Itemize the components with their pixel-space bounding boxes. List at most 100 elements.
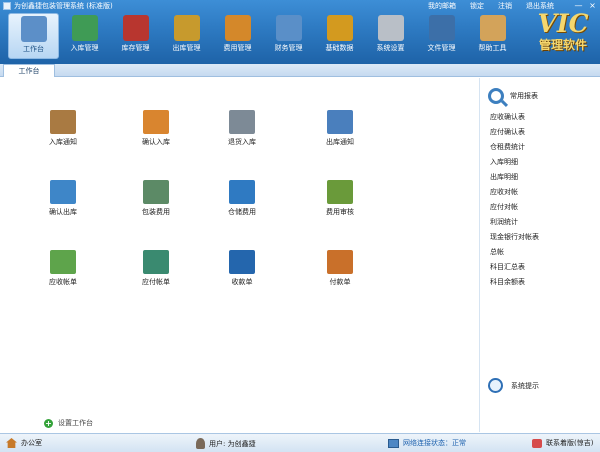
workbench-shortcut-label: 应付帐单	[142, 278, 170, 286]
payable-icon	[143, 250, 169, 274]
workbench-shortcut-label: 付款单	[329, 278, 351, 286]
report-panel-header: 常用报表	[488, 88, 538, 104]
report-link[interactable]: 出库明细	[490, 170, 539, 185]
workbench-shortcut[interactable]: 确认出库	[28, 180, 98, 217]
storage-fee-icon	[229, 180, 255, 204]
status-office-label: 办公室	[21, 439, 42, 447]
toolbar-button[interactable]: 财务管理	[263, 13, 314, 59]
status-network: 网络连接状态：正常	[388, 438, 466, 448]
magnifier-icon	[488, 88, 504, 104]
confirm-inbound-icon	[143, 110, 169, 134]
packing-fee-icon	[143, 180, 169, 204]
toolbar-button-label: 系统设置	[376, 44, 405, 52]
report-link[interactable]: 入库明细	[490, 155, 539, 170]
base-data-icon	[326, 15, 353, 41]
confirm-outbound-icon	[50, 180, 76, 204]
brand-logo: VIC 管理软件	[530, 10, 596, 56]
workbench-shortcut[interactable]: 应付帐单	[121, 250, 191, 287]
report-link[interactable]: 科目汇总表	[490, 260, 539, 275]
tab-workbench[interactable]: 工作台	[3, 64, 55, 77]
toolbar-button-label: 帮助工具	[478, 44, 507, 52]
payment-icon	[327, 250, 353, 274]
report-link[interactable]: 应收对帐	[490, 185, 539, 200]
toolbar-button-label: 工作台	[23, 45, 44, 53]
outbound-notice-icon	[327, 110, 353, 134]
workbench-shortcut[interactable]: 出库通知	[305, 110, 375, 147]
report-link[interactable]: 仓租费统计	[490, 140, 539, 155]
toolbar-button[interactable]: 费用管理	[212, 13, 263, 59]
mailbox-link[interactable]: 我的邮箱	[428, 1, 456, 11]
toolbar-button[interactable]: 入库管理	[59, 13, 110, 59]
toolbar-button-label: 财务管理	[274, 44, 303, 52]
toolbar-button-label: 基础数据	[325, 44, 354, 52]
logout-link[interactable]: 注销	[498, 1, 512, 11]
fee-audit-icon	[327, 180, 353, 204]
status-contact-label: 联系着版(惊吉)	[546, 439, 594, 447]
add-icon: +	[44, 418, 53, 428]
status-user: 用户: 为创鑫捷	[196, 438, 256, 449]
toolbar-button[interactable]: 工作台	[8, 13, 59, 59]
report-link[interactable]: 科目余额表	[490, 275, 539, 290]
workbench-shortcut-label: 确认入库	[142, 138, 170, 146]
toolbar-button-label: 入库管理	[70, 44, 99, 52]
status-bar: 办公室 用户: 为创鑫捷 网络连接状态：正常 联系着版(惊吉)	[0, 433, 600, 452]
toolbar-button-label: 库存管理	[121, 44, 150, 52]
toolbar-button-label: 文件管理	[427, 44, 456, 52]
settings-icon	[377, 15, 404, 41]
setup-workbench-link[interactable]: + 设置工作台	[44, 418, 93, 428]
tab-strip: 工作台	[0, 64, 600, 77]
files-icon	[428, 15, 455, 41]
workbench-shortcut[interactable]: 包装费用	[121, 180, 191, 217]
report-link[interactable]: 利润统计	[490, 215, 539, 230]
toolbar-button[interactable]: 基础数据	[314, 13, 365, 59]
report-panel-title: 常用报表	[510, 92, 538, 100]
outbound-icon	[173, 15, 200, 41]
lock-link[interactable]: 锁定	[470, 1, 484, 11]
workbench-area: + 设置工作台 入库通知 确认入库 退货入库 出库通知确认出库 包装费用 仓储费用 费用审核…	[0, 78, 478, 432]
warehouse-icon	[122, 15, 149, 41]
inbound-notice-icon	[50, 110, 76, 134]
toolbar-button[interactable]: 帮助工具	[467, 13, 518, 59]
toolbar-button[interactable]: 文件管理	[416, 13, 467, 59]
window-title: 为创鑫捷包装管理系统 (标准版)	[14, 2, 113, 10]
workbench-shortcut[interactable]: 费用审核	[305, 180, 375, 217]
report-panel: 常用报表 应收确认表 应付确认表 仓租费统计 入库明细 出库明细 应收对帐 应付对帐 利润统计…	[479, 78, 600, 432]
report-link[interactable]: 应收确认表	[490, 110, 539, 125]
workbench-shortcut[interactable]: 收款单	[207, 250, 277, 287]
report-link[interactable]: 应付确认表	[490, 125, 539, 140]
main-toolbar: 工作台 入库管理 库存管理 出库管理 费用管理 财务管理 基础数据 系统设置 文件管理 帮助工具	[8, 13, 518, 59]
workbench-shortcut-label: 出库通知	[326, 138, 354, 146]
report-link[interactable]: 应付对帐	[490, 200, 539, 215]
setup-workbench-label: 设置工作台	[58, 419, 93, 427]
workbench-shortcut[interactable]: 仓储费用	[207, 180, 277, 217]
workbench-shortcut[interactable]: 退货入库	[207, 110, 277, 147]
status-office: 办公室	[6, 438, 42, 448]
home-icon	[6, 438, 17, 448]
toolbar-button[interactable]: 出库管理	[161, 13, 212, 59]
user-icon	[196, 438, 205, 449]
toolbar-button[interactable]: 库存管理	[110, 13, 161, 59]
workbench-shortcut[interactable]: 应收帐单	[28, 250, 98, 287]
status-network-label: 网络连接状态：正常	[403, 439, 466, 447]
app-icon	[3, 2, 11, 10]
clock-icon	[488, 378, 503, 393]
workbench-shortcut[interactable]: 入库通知	[28, 110, 98, 147]
workbench-shortcut[interactable]: 确认入库	[121, 110, 191, 147]
workbench-shortcut-label: 应收帐单	[49, 278, 77, 286]
receivable-icon	[50, 250, 76, 274]
status-user-label: 用户: 为创鑫捷	[209, 439, 256, 448]
workbench-shortcut[interactable]: 付款单	[305, 250, 375, 287]
report-link[interactable]: 总帐	[490, 245, 539, 260]
toolbar-button[interactable]: 系统设置	[365, 13, 416, 59]
title-bar: 为创鑫捷包装管理系统 (标准版) 我的邮箱 锁定 注销 退出系统 — ×	[0, 0, 600, 12]
workbench-shortcut-label: 包装费用	[142, 208, 170, 216]
system-tip[interactable]: 系统提示	[488, 378, 539, 393]
workbench-shortcut-label: 收款单	[231, 278, 253, 286]
help-tools-icon	[479, 15, 506, 41]
brand-logo-text: VIC	[537, 9, 589, 38]
network-icon	[388, 438, 399, 448]
return-inbound-icon	[229, 110, 255, 134]
status-contact[interactable]: 联系着版(惊吉)	[532, 438, 593, 448]
report-link[interactable]: 现金银行对帐表	[490, 230, 539, 245]
finance-icon	[275, 15, 302, 41]
